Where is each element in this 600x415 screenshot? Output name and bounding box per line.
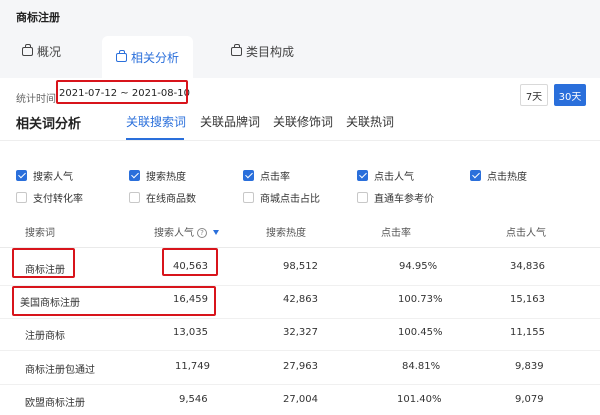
metric-label: 搜索热度 [146, 172, 186, 183]
metric-label: 在线商品数 [146, 194, 196, 205]
header-label: 搜索人气 [154, 228, 194, 239]
table-cell-value: 32,327 [283, 327, 318, 338]
checkbox-checked[interactable] [129, 170, 140, 181]
checkbox-unchecked[interactable] [129, 192, 140, 203]
tab-label: 概况 [37, 44, 62, 59]
metric-click-rate[interactable]: 点击率 [243, 168, 290, 183]
metric-ztc-reference-price[interactable]: 直通车参考价 [357, 190, 434, 205]
table-cell-keyword[interactable]: 商标注册包通过 [25, 361, 95, 376]
header-search-word: 搜索词 [25, 228, 55, 239]
row-divider [0, 384, 600, 385]
stat-time-range[interactable]: 2021-07-12 ~ 2021-08-10 [59, 88, 190, 99]
section-title: 相关词分析 [16, 117, 82, 132]
sort-desc-icon[interactable] [213, 230, 219, 235]
question-icon[interactable]: ? [197, 228, 207, 238]
tab-label: 相关分析 [131, 50, 180, 65]
row-divider [0, 318, 600, 319]
divider [0, 140, 600, 141]
table-cell-value: 15,163 [510, 294, 545, 305]
row-divider [0, 350, 600, 351]
metric-label: 支付转化率 [33, 194, 83, 205]
metric-label: 点击人气 [374, 172, 414, 183]
metric-search-popularity[interactable]: 搜索人气 [16, 168, 73, 183]
table-cell-value: 9,839 [515, 361, 544, 372]
metric-click-heat[interactable]: 点击热度 [470, 168, 527, 183]
tab-label: 类目构成 [246, 44, 295, 59]
tab-category-composition[interactable]: 类目构成 [231, 36, 294, 66]
row-divider [0, 285, 600, 286]
checkbox-checked[interactable] [470, 170, 481, 181]
table-cell-value: 42,863 [283, 294, 318, 305]
tab-related-analysis[interactable]: 相关分析 [102, 36, 194, 78]
range-30-days-button[interactable]: 30天 [554, 84, 586, 106]
table-cell-value: 27,963 [283, 361, 318, 372]
header-search-heat: 搜索热度 [266, 228, 306, 239]
bag-icon [116, 49, 127, 62]
subtab-related-search-words[interactable]: 关联搜索词 [126, 113, 186, 130]
checkbox-checked[interactable] [357, 170, 368, 181]
metric-search-heat[interactable]: 搜索热度 [129, 168, 186, 183]
table-cell-value: 98,512 [283, 261, 318, 272]
subtab-related-hot-words[interactable]: 关联热词 [346, 113, 394, 130]
table-cell-value: 27,004 [283, 394, 318, 405]
table-cell-value: 94.95% [399, 261, 438, 272]
range-7-days-button[interactable]: 7天 [520, 84, 548, 106]
bag-icon [22, 43, 33, 56]
table-cell-value: 16,459 [173, 294, 208, 305]
tab-overview[interactable]: 概况 [22, 36, 61, 66]
table-cell-value: 101.40% [397, 394, 442, 405]
metric-label: 商城点击占比 [260, 194, 320, 205]
metric-label: 点击热度 [487, 172, 527, 183]
top-header [0, 0, 600, 78]
table-cell-keyword[interactable]: 注册商标 [25, 327, 65, 342]
table-cell-keyword[interactable]: 商标注册 [25, 261, 65, 276]
metric-label: 点击率 [260, 172, 290, 183]
header-click-rate: 点击率 [381, 228, 411, 239]
header-click-popularity: 点击人气 [506, 228, 546, 239]
subtab-related-brand-words[interactable]: 关联品牌词 [200, 113, 260, 130]
table-cell-value: 34,836 [510, 261, 545, 272]
subtab-related-modifier-words[interactable]: 关联修饰词 [273, 113, 333, 130]
metric-label: 直通车参考价 [374, 194, 434, 205]
metric-online-products[interactable]: 在线商品数 [129, 190, 196, 205]
checkbox-unchecked[interactable] [357, 192, 368, 203]
metric-mall-click-share[interactable]: 商城点击占比 [243, 190, 320, 205]
table-cell-value: 9,546 [179, 394, 208, 405]
bag-icon [231, 43, 242, 56]
checkbox-unchecked[interactable] [16, 192, 27, 203]
metric-label: 搜索人气 [33, 172, 73, 183]
table-cell-value: 40,563 [173, 261, 208, 272]
table-cell-value: 100.73% [398, 294, 443, 305]
table-cell-value: 13,035 [173, 327, 208, 338]
table-cell-value: 84.81% [402, 361, 441, 372]
table-cell-value: 100.45% [398, 327, 443, 338]
table-cell-value: 11,155 [510, 327, 545, 338]
metric-payment-conversion[interactable]: 支付转化率 [16, 190, 83, 205]
app-title: 商标注册 [16, 11, 60, 24]
table-cell-keyword[interactable]: 欧盟商标注册 [25, 394, 85, 409]
checkbox-checked[interactable] [16, 170, 27, 181]
table-cell-value: 9,079 [515, 394, 544, 405]
checkbox-checked[interactable] [243, 170, 254, 181]
table-cell-value: 11,749 [175, 361, 210, 372]
checkbox-unchecked[interactable] [243, 192, 254, 203]
divider [0, 247, 600, 248]
header-search-popularity[interactable]: 搜索人气? [154, 224, 219, 239]
table-cell-keyword[interactable]: 美国商标注册 [20, 294, 80, 309]
metric-click-popularity[interactable]: 点击人气 [357, 168, 414, 183]
stat-time-label: 统计时间 [16, 94, 56, 105]
